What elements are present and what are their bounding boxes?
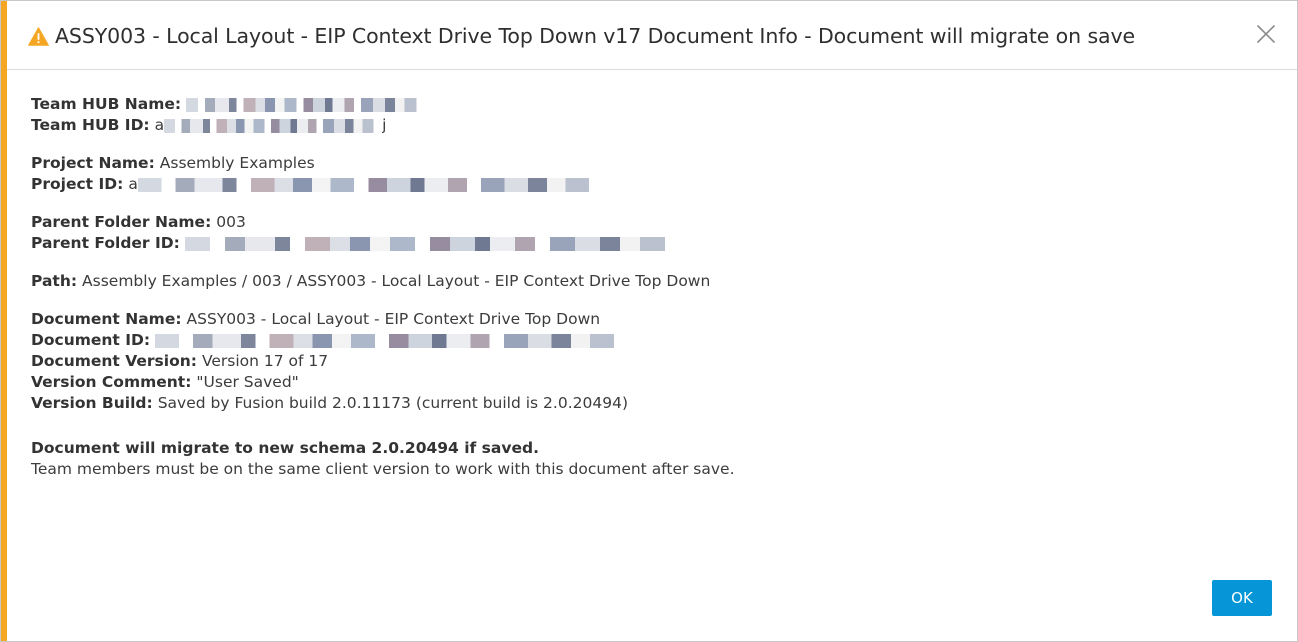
project-name-row: Project Name: Assembly Examples (31, 153, 1267, 174)
project-name-label: Project Name: (31, 154, 155, 172)
path-label: Path: (31, 272, 78, 290)
warning-accent-bar (1, 1, 7, 641)
version-build-value: Saved by Fusion build 2.0.11173 (current… (157, 394, 628, 412)
document-id-row: Document ID: (31, 330, 1267, 351)
version-comment-value: "User Saved" (196, 373, 299, 391)
team-hub-id-suffix: j (382, 116, 387, 134)
dialog-titlebar: ASSY003 - Local Layout - EIP Context Dri… (7, 1, 1297, 70)
parent-folder-id-label: Parent Folder ID: (31, 234, 180, 252)
document-version-label: Document Version: (31, 352, 197, 370)
document-info-dialog: ASSY003 - Local Layout - EIP Context Dri… (0, 0, 1298, 642)
parent-folder-name-label: Parent Folder Name: (31, 213, 212, 231)
redacted-team-hub-id (164, 118, 383, 133)
team-hub-name-row: Team HUB Name: (31, 94, 1267, 115)
redacted-parent-folder-id (184, 236, 685, 251)
team-hub-id-prefix: a (154, 116, 165, 134)
project-id-prefix: a (128, 175, 138, 193)
version-build-label: Version Build: (31, 394, 153, 412)
parent-folder-name-row: Parent Folder Name: 003 (31, 212, 1267, 233)
migration-heading: Document will migrate to new schema 2.0.… (31, 439, 539, 457)
version-comment-row: Version Comment: "User Saved" (31, 372, 1267, 393)
dialog-title: ASSY003 - Local Layout - EIP Context Dri… (55, 24, 1136, 48)
project-id-label: Project ID: (31, 175, 124, 193)
parent-folder-name-value: 003 (216, 213, 246, 231)
team-hub-name-label: Team HUB Name: (31, 95, 182, 113)
migration-note: Team members must be on the same client … (31, 460, 735, 478)
document-version-row: Document Version: Version 17 of 17 (31, 351, 1267, 372)
version-build-row: Version Build: Saved by Fusion build 2.0… (31, 393, 1267, 414)
document-info-content: Team HUB Name: Team HUB ID: a j Project … (31, 94, 1267, 480)
redacted-project-id (137, 177, 608, 192)
redacted-document-id (155, 333, 634, 348)
redacted-team-hub-name (186, 97, 427, 112)
document-name-row: Document Name: ASSY003 - Local Layout - … (31, 309, 1267, 330)
version-comment-label: Version Comment: (31, 373, 192, 391)
path-row: Path: Assembly Examples / 003 / ASSY003 … (31, 271, 1267, 292)
parent-folder-id-row: Parent Folder ID: (31, 233, 1267, 254)
ok-button[interactable]: OK (1212, 580, 1272, 616)
path-value: Assembly Examples / 003 / ASSY003 - Loca… (82, 272, 711, 290)
warning-icon (28, 26, 49, 46)
document-id-label: Document ID: (31, 331, 151, 349)
document-name-label: Document Name: (31, 310, 182, 328)
close-icon (1257, 25, 1275, 43)
project-name-value: Assembly Examples (159, 154, 315, 172)
project-id-row: Project ID: a (31, 174, 1267, 195)
document-name-value: ASSY003 - Local Layout - EIP Context Dri… (186, 310, 601, 328)
document-version-value: Version 17 of 17 (201, 352, 329, 370)
close-button[interactable] (1255, 23, 1277, 45)
team-hub-id-label: Team HUB ID: (31, 116, 150, 134)
team-hub-id-row: Team HUB ID: a j (31, 115, 1267, 136)
